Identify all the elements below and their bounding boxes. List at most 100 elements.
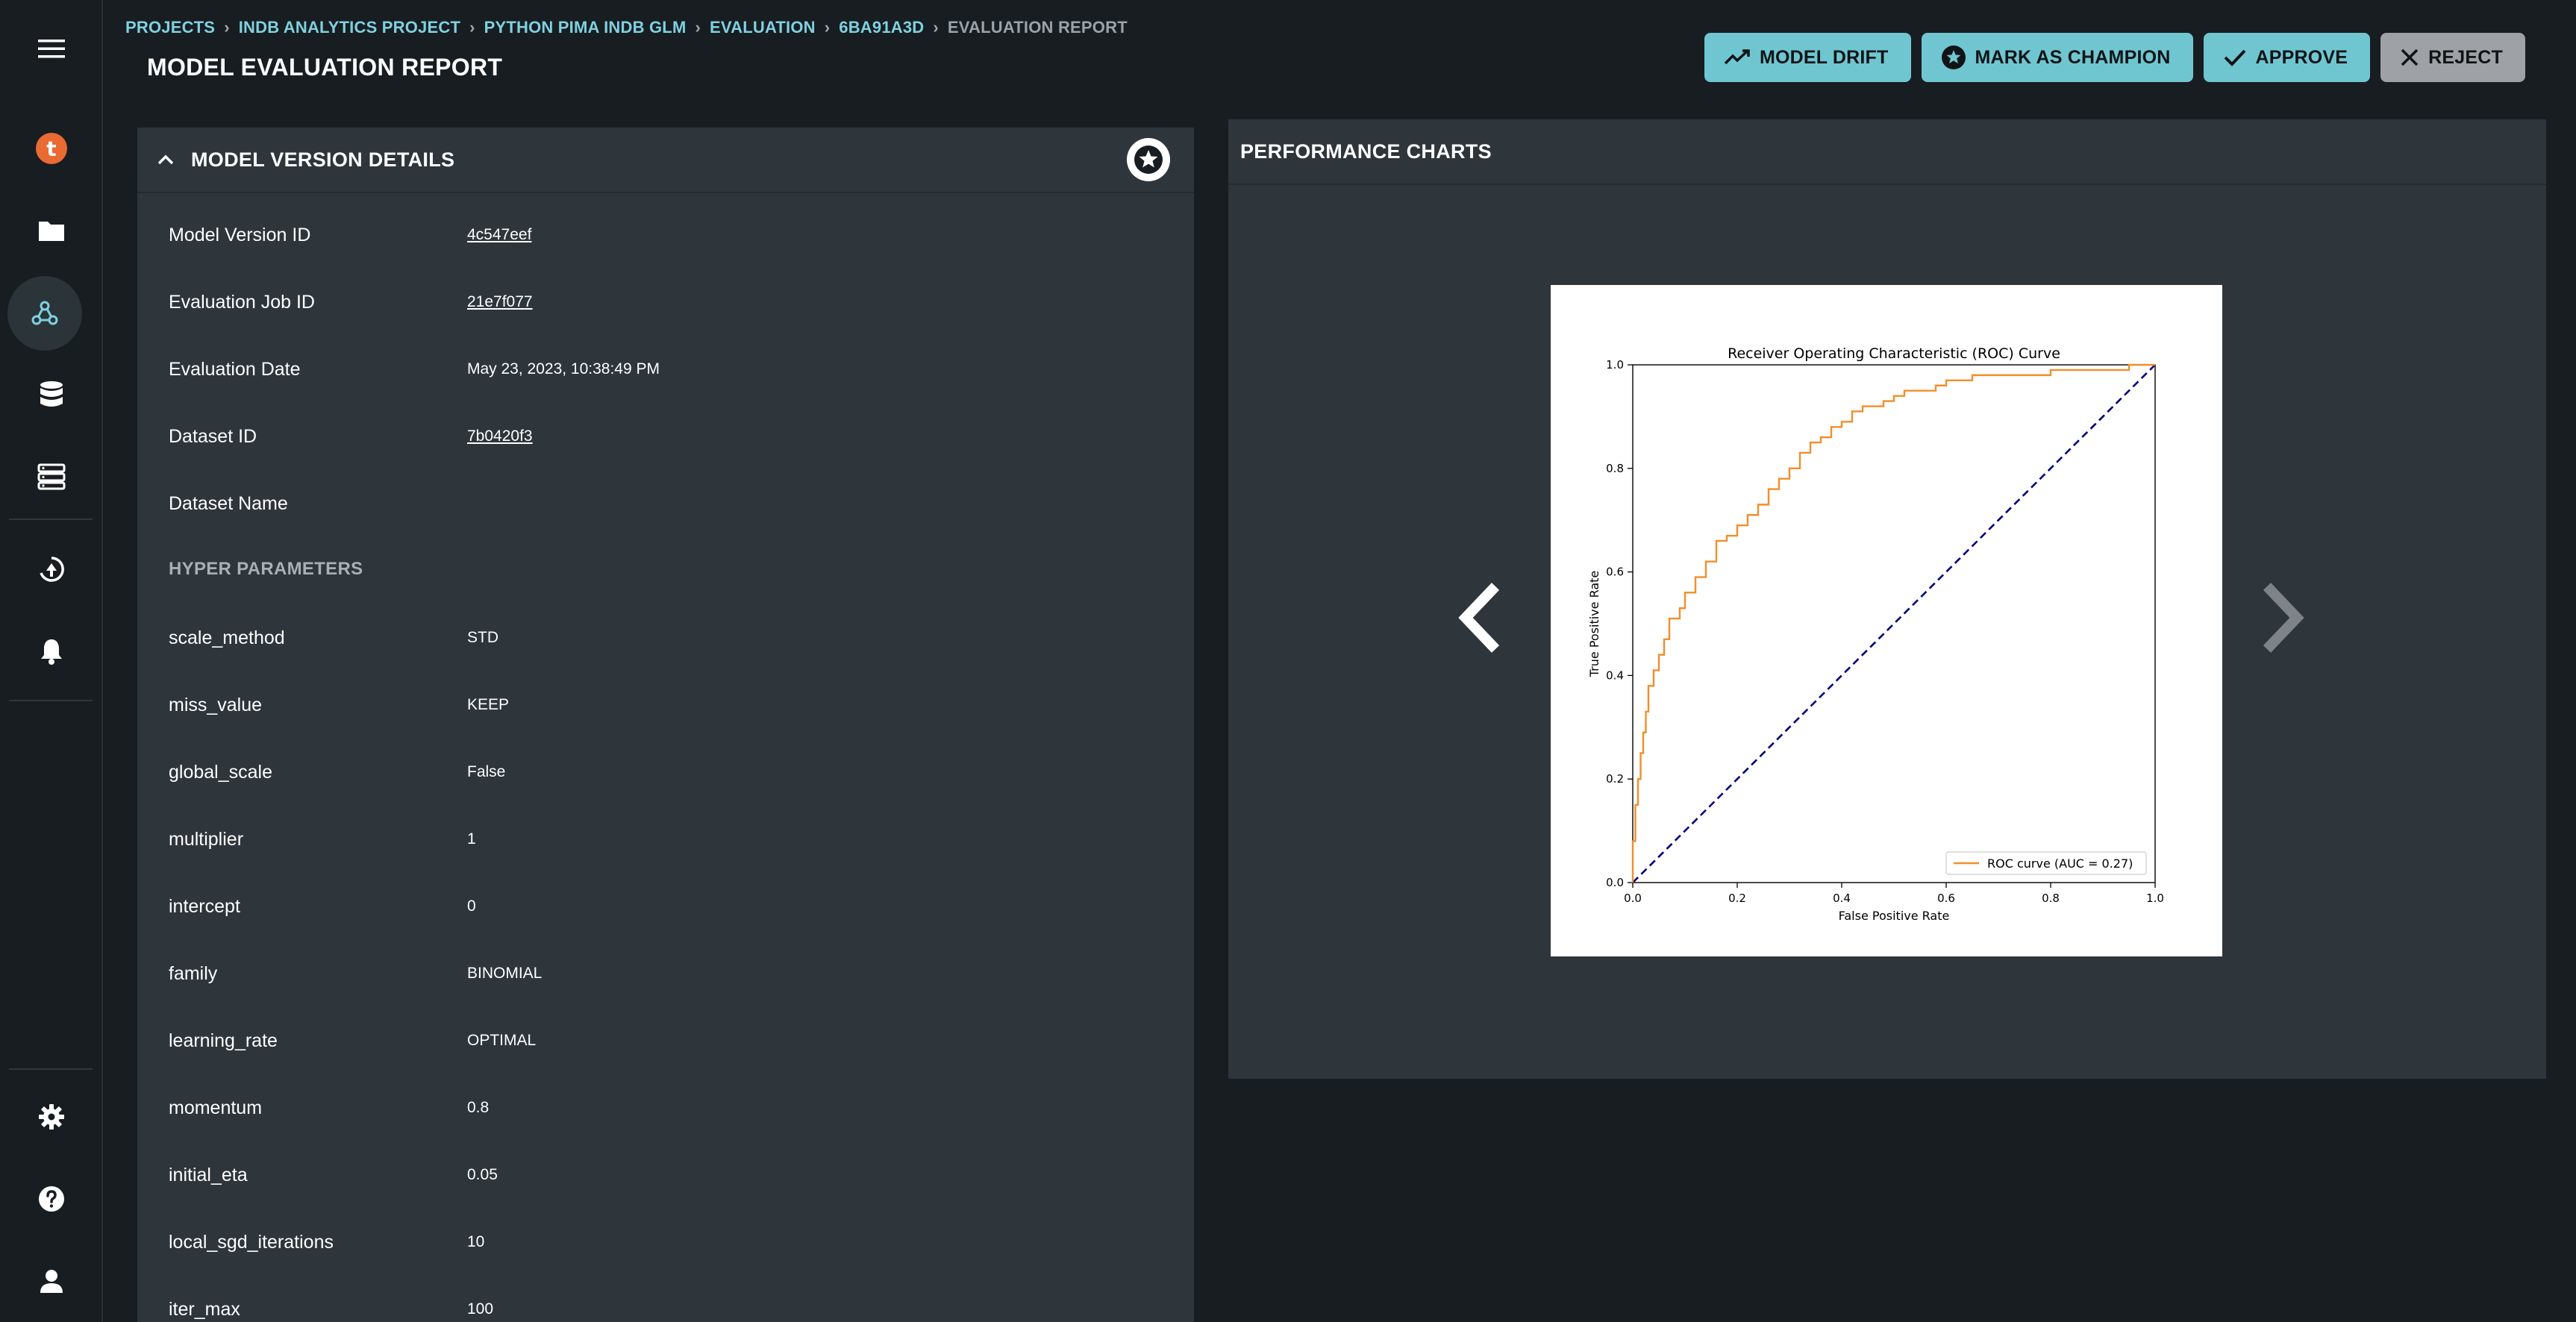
chevron-right-icon: › <box>824 18 831 37</box>
folder-icon <box>39 222 64 241</box>
check-icon <box>2224 49 2245 66</box>
breadcrumb-model[interactable]: PYTHON PIMA INDB GLM <box>484 18 687 37</box>
field-value: 100 <box>467 1300 494 1318</box>
y-axis-label: True Positive Rate <box>1587 571 1601 678</box>
field-value: 10 <box>467 1233 485 1250</box>
hyper-param-row: iter_max 100 <box>169 1294 1169 1322</box>
nav-deploy[interactable] <box>10 536 93 603</box>
y-tick-label: 0.2 <box>1606 772 1624 786</box>
field-value: False <box>467 763 506 780</box>
y-tick-label: 1.0 <box>1606 358 1624 372</box>
network-icon <box>31 301 58 325</box>
menu-icon <box>38 40 65 58</box>
mark-as-champion-button[interactable]: MARK AS CHAMPION <box>1921 33 2193 82</box>
breadcrumb-project[interactable]: INDB ANALYTICS PROJECT <box>239 18 460 37</box>
field-value: 0.05 <box>467 1166 498 1183</box>
field-value: KEEP <box>467 696 510 713</box>
field-dataset-name: Dataset Name <box>169 489 1169 519</box>
model-version-id-link[interactable]: 4c547eef <box>467 226 531 244</box>
model-drift-button[interactable]: MODEL DRIFT <box>1704 33 1911 82</box>
breadcrumb-evaluation-id[interactable]: 6BA91A3D <box>839 18 924 37</box>
bell-icon <box>41 639 62 665</box>
nav-help[interactable] <box>10 1165 93 1232</box>
favorite-button[interactable] <box>1127 138 1170 181</box>
nav-divider <box>9 519 93 520</box>
details-header[interactable]: MODEL VERSION DETAILS <box>137 128 1194 193</box>
reject-button[interactable]: REJECT <box>2380 33 2525 82</box>
roc-chart-frame: Receiver Operating Characteristic (ROC) … <box>1551 285 2222 956</box>
nav-user[interactable] <box>10 1247 93 1315</box>
field-value: May 23, 2023, 10:38:49 PM <box>467 360 660 378</box>
field-label: Dataset Name <box>169 492 288 514</box>
help-icon <box>39 1186 64 1212</box>
x-tick-label: 0.2 <box>1728 892 1746 905</box>
y-tick-label: 0.4 <box>1606 668 1624 682</box>
trending-up-icon <box>1724 49 1750 65</box>
chevron-right-icon <box>2263 583 2304 653</box>
nav-settings[interactable] <box>10 1083 93 1150</box>
field-value: 1 <box>467 830 476 848</box>
chart-title: Receiver Operating Characteristic (ROC) … <box>1728 345 2060 362</box>
nav-datasets[interactable] <box>10 361 93 428</box>
nav-models[interactable] <box>7 276 82 351</box>
hyper-param-row: miss_value KEEP <box>169 690 1169 720</box>
nav-servers[interactable] <box>10 443 93 510</box>
field-value: OPTIMAL <box>467 1032 537 1049</box>
model-drift-label: MODEL DRIFT <box>1759 46 1889 68</box>
details-title: MODEL VERSION DETAILS <box>191 148 455 171</box>
hyper-parameters-heading: HYPER PARAMETERS <box>169 559 363 579</box>
nav-alerts[interactable] <box>10 618 93 685</box>
brand-button[interactable]: t <box>10 115 93 182</box>
menu-button[interactable] <box>10 15 93 82</box>
field-label: Evaluation Date <box>169 358 301 380</box>
field-label: miss_value <box>169 694 263 715</box>
field-dataset-id: Dataset ID 7b0420f3 <box>169 422 1169 451</box>
breadcrumb: PROJECTS › INDB ANALYTICS PROJECT › PYTH… <box>125 18 1128 37</box>
x-tick-label: 0.8 <box>2042 892 2060 905</box>
next-chart-button[interactable] <box>2260 582 2304 657</box>
hyper-param-row: initial_eta 0.05 <box>169 1160 1169 1190</box>
x-tick-label: 0.0 <box>1624 892 1642 905</box>
field-value: 0.8 <box>467 1099 490 1116</box>
field-value: BINOMIAL <box>467 965 543 982</box>
field-label: local_sgd_iterations <box>169 1231 334 1253</box>
hyper-param-row: scale_method STD <box>169 623 1169 653</box>
x-tick-label: 0.4 <box>1833 892 1851 905</box>
mark-as-champion-label: MARK AS CHAMPION <box>1975 46 2171 68</box>
model-version-details-panel: MODEL VERSION DETAILS Model Version ID 4… <box>137 128 1194 1322</box>
y-tick-label: 0.0 <box>1606 876 1624 889</box>
x-axis: 0.0 0.2 0.4 0.6 0.8 1.0 <box>1624 883 2164 905</box>
breadcrumb-evaluation[interactable]: EVALUATION <box>710 18 816 37</box>
y-axis: 0.0 0.2 0.4 0.6 0.8 1.0 <box>1606 358 1633 889</box>
field-label: momentum <box>169 1097 263 1118</box>
field-label: initial_eta <box>169 1164 248 1185</box>
field-label: multiplier <box>169 828 244 850</box>
y-tick-label: 0.8 <box>1606 462 1624 475</box>
dataset-id-link[interactable]: 7b0420f3 <box>467 427 533 445</box>
field-label: intercept <box>169 895 240 917</box>
field-model-version-id: Model Version ID 4c547eef <box>169 220 1169 250</box>
legend-label: ROC curve (AUC = 0.27) <box>1987 856 2133 871</box>
chevron-right-icon: › <box>933 18 939 37</box>
breadcrumb-projects[interactable]: PROJECTS <box>125 18 215 37</box>
approve-button[interactable]: APPROVE <box>2203 33 2371 82</box>
field-label: iter_max <box>169 1298 240 1320</box>
chevron-left-icon <box>1458 583 1500 653</box>
reject-label: REJECT <box>2428 46 2503 68</box>
chevron-up-icon[interactable] <box>157 154 175 166</box>
previous-chart-button[interactable] <box>1458 582 1503 657</box>
charts-header: PERFORMANCE CHARTS <box>1228 119 2546 185</box>
evaluation-job-id-link[interactable]: 21e7f077 <box>467 293 533 311</box>
chevron-right-icon: › <box>695 18 701 37</box>
breadcrumb-current: EVALUATION REPORT <box>947 18 1128 37</box>
field-label: Dataset ID <box>169 425 257 447</box>
nav-projects[interactable] <box>10 197 93 264</box>
star-icon <box>1134 145 1163 174</box>
hyper-param-row: global_scale False <box>169 757 1169 787</box>
field-label: Model Version ID <box>169 224 311 245</box>
nav-divider <box>9 700 93 701</box>
close-icon <box>2401 48 2419 66</box>
field-evaluation-job-id: Evaluation Job ID 21e7f077 <box>169 287 1169 317</box>
x-tick-label: 1.0 <box>2146 892 2164 905</box>
field-label: Evaluation Job ID <box>169 291 315 313</box>
